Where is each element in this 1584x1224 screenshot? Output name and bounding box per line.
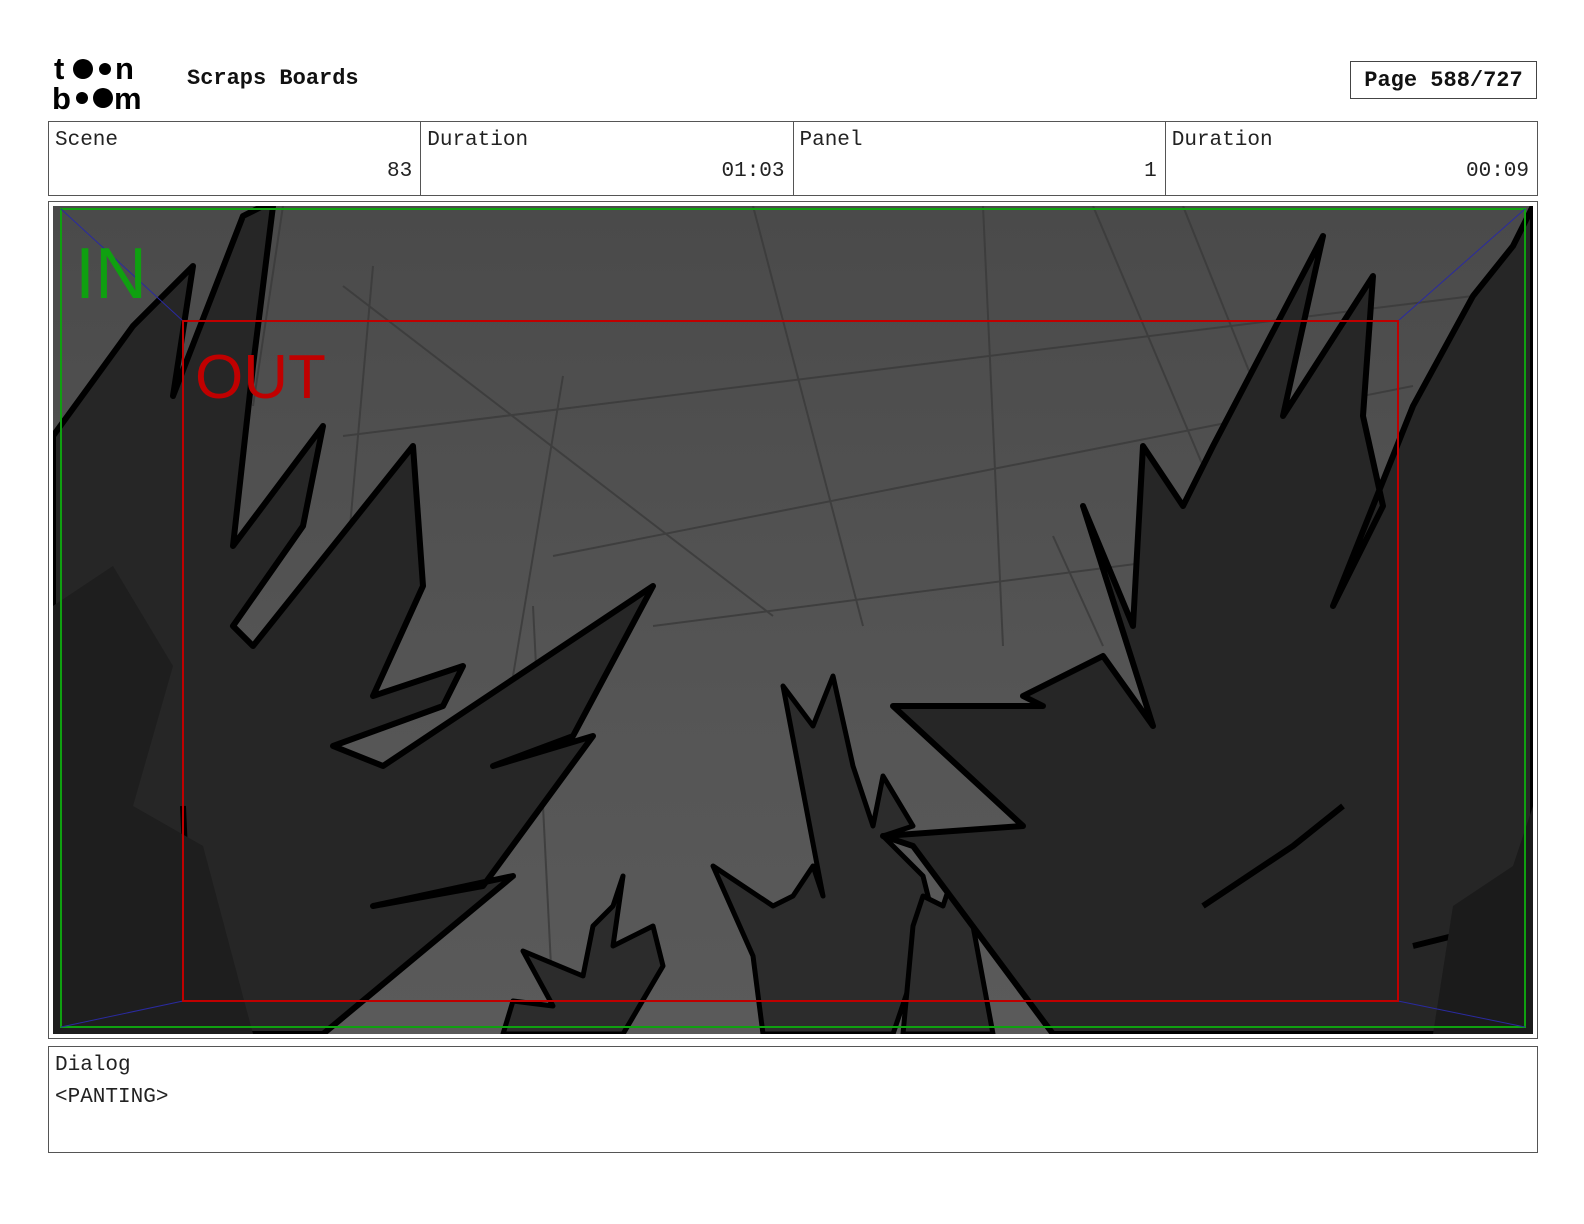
scene-duration-value: 01:03 [721, 160, 785, 183]
project-title: Scraps Boards [187, 66, 359, 91]
panel-info-row: Scene 83 Duration 01:03 Panel 1 Duration… [48, 121, 1538, 196]
scene-cell: Scene 83 [49, 122, 422, 195]
panel-duration-cell: Duration 00:09 [1166, 122, 1537, 195]
scene-duration-cell: Duration 01:03 [421, 122, 794, 195]
storyboard-panel: IN OUT [48, 201, 1538, 1039]
in-label: IN [75, 234, 147, 314]
svg-text:m: m [114, 81, 142, 112]
toonboom-logo: t n b m [52, 52, 142, 112]
scene-duration-label: Duration [427, 129, 529, 152]
dialog-label: Dialog [55, 1054, 131, 1077]
scene-value: 83 [387, 160, 413, 183]
panel-value: 1 [1144, 160, 1157, 183]
svg-text:b: b [52, 81, 71, 112]
page-indicator: Page 588/727 [1350, 61, 1537, 99]
panel-label: Panel [799, 129, 863, 152]
panel-duration-label: Duration [1171, 129, 1273, 152]
dialog-text: <PANTING> [55, 1086, 169, 1109]
scene-label: Scene [55, 129, 119, 152]
panel-drawing: IN OUT [53, 206, 1533, 1034]
out-label: OUT [195, 343, 326, 412]
panel-duration-value: 00:09 [1465, 160, 1529, 183]
panel-cell: Panel 1 [794, 122, 1166, 195]
dialog-box: Dialog <PANTING> [48, 1046, 1538, 1153]
